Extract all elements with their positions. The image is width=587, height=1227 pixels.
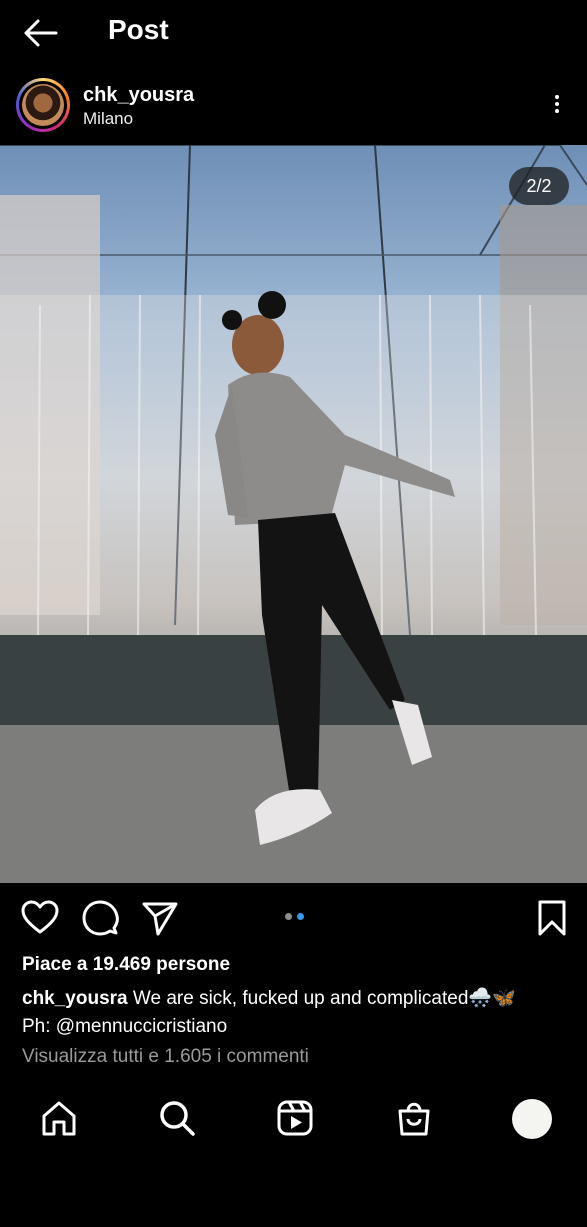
likes-count[interactable]: Piace a 19.469 persone	[22, 954, 230, 976]
carousel-dot-2	[297, 913, 304, 920]
post-location[interactable]: Milano	[83, 109, 133, 129]
reels-icon[interactable]	[275, 1098, 315, 1138]
home-icon[interactable]	[39, 1098, 79, 1138]
heart-icon[interactable]	[20, 898, 60, 938]
carousel-indicator	[285, 913, 309, 923]
post-header: chk_yousra Milano	[0, 72, 587, 144]
view-all-comments-link[interactable]: Visualizza tutti e 1.605 i commenti	[22, 1046, 309, 1068]
top-bar: Post	[0, 0, 587, 66]
post-photo[interactable]	[0, 145, 587, 883]
bookmark-icon[interactable]	[532, 898, 572, 938]
post-username[interactable]: chk_yousra	[83, 84, 194, 107]
post-caption: chk_yousra We are sick, fucked up and co…	[22, 985, 572, 1041]
page-title: Post	[108, 14, 169, 45]
comment-icon[interactable]	[80, 898, 120, 938]
profile-avatar[interactable]	[512, 1099, 552, 1139]
arrow-left-icon[interactable]	[22, 16, 60, 50]
avatar[interactable]	[16, 78, 70, 132]
photo-counter-badge: 2/2	[509, 167, 569, 205]
more-vertical-icon[interactable]	[546, 92, 568, 122]
search-icon[interactable]	[157, 1098, 197, 1138]
caption-photographer-credit[interactable]: Ph: @mennuccicristiano	[22, 1013, 572, 1041]
post-action-bar	[0, 886, 587, 950]
photo-illustration	[0, 145, 587, 883]
bottom-navigation	[0, 1084, 587, 1156]
avatar-image	[22, 84, 64, 126]
carousel-dot-1	[285, 913, 292, 920]
shop-icon[interactable]	[394, 1098, 434, 1138]
send-icon[interactable]	[140, 898, 180, 938]
caption-username[interactable]: chk_yousra	[22, 988, 128, 1009]
caption-text: We are sick, fucked up and complicated🌨️…	[132, 988, 516, 1009]
